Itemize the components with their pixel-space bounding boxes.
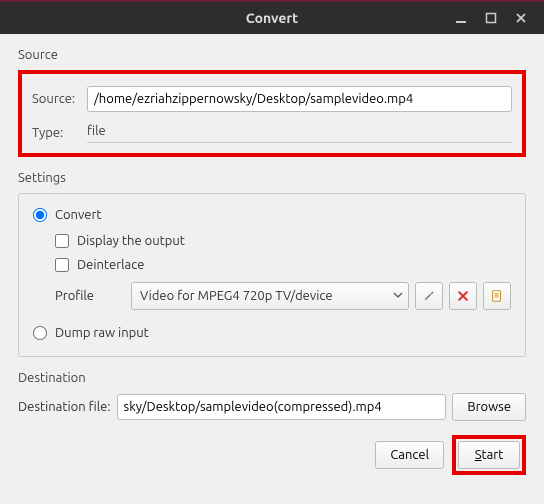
deinterlace-checkbox[interactable] (55, 258, 69, 272)
browse-button[interactable]: Browse (452, 393, 526, 421)
new-profile-button[interactable] (483, 282, 511, 310)
dump-raw-label: Dump raw input (55, 326, 149, 340)
profile-select-value: Video for MPEG4 720p TV/device (140, 289, 333, 303)
start-mnemonic: S (475, 448, 482, 462)
destination-section-label: Destination (18, 371, 526, 385)
start-button[interactable]: Start (458, 441, 520, 469)
profile-row: Profile Video for MPEG4 720p TV/device (55, 282, 511, 310)
type-field-label: Type: (32, 126, 87, 140)
display-output-label: Display the output (77, 234, 185, 248)
destination-label: Destination file: (18, 400, 111, 414)
settings-group: Convert Display the output Deinterlace P… (18, 193, 526, 357)
window-title: Convert (246, 10, 298, 26)
convert-radio-label: Convert (55, 208, 102, 222)
close-button[interactable] (506, 6, 536, 30)
cancel-button[interactable]: Cancel (375, 441, 444, 469)
convert-radio[interactable] (33, 208, 47, 222)
source-section-label: Source (18, 48, 526, 62)
new-profile-icon (490, 289, 504, 303)
deinterlace-label: Deinterlace (77, 258, 144, 272)
delete-profile-button[interactable] (449, 282, 477, 310)
maximize-button[interactable] (476, 6, 506, 30)
destination-row: Destination file: Browse (18, 393, 526, 421)
edit-profile-button[interactable] (415, 282, 443, 310)
action-buttons: Cancel Start (18, 435, 526, 475)
dialog-content: Source Source: Type: file Settings Conve… (0, 34, 544, 485)
profile-select[interactable]: Video for MPEG4 720p TV/device (131, 282, 409, 310)
titlebar: Convert (0, 0, 544, 34)
minimize-icon (455, 12, 467, 24)
deinterlace-row[interactable]: Deinterlace (55, 258, 511, 272)
destination-input[interactable] (117, 394, 447, 420)
dump-raw-radio[interactable] (33, 326, 47, 340)
source-group: Source: Type: file (18, 70, 526, 157)
wrench-icon (422, 289, 436, 303)
start-rest: tart (482, 448, 504, 462)
dump-raw-row[interactable]: Dump raw input (33, 326, 511, 340)
start-button-highlight: Start (452, 435, 526, 475)
profile-label: Profile (55, 289, 125, 303)
convert-radio-row[interactable]: Convert (33, 208, 511, 222)
source-field-label: Source: (32, 92, 87, 106)
minimize-button[interactable] (446, 6, 476, 30)
maximize-icon (485, 12, 497, 24)
close-icon (515, 12, 527, 24)
profile-select-wrap: Video for MPEG4 720p TV/device (131, 282, 409, 310)
display-output-row[interactable]: Display the output (55, 234, 511, 248)
delete-icon (456, 289, 470, 303)
type-value: file (87, 122, 512, 143)
source-input[interactable] (87, 86, 512, 112)
display-output-checkbox[interactable] (55, 234, 69, 248)
window-controls (446, 6, 536, 30)
settings-section-label: Settings (18, 171, 526, 185)
